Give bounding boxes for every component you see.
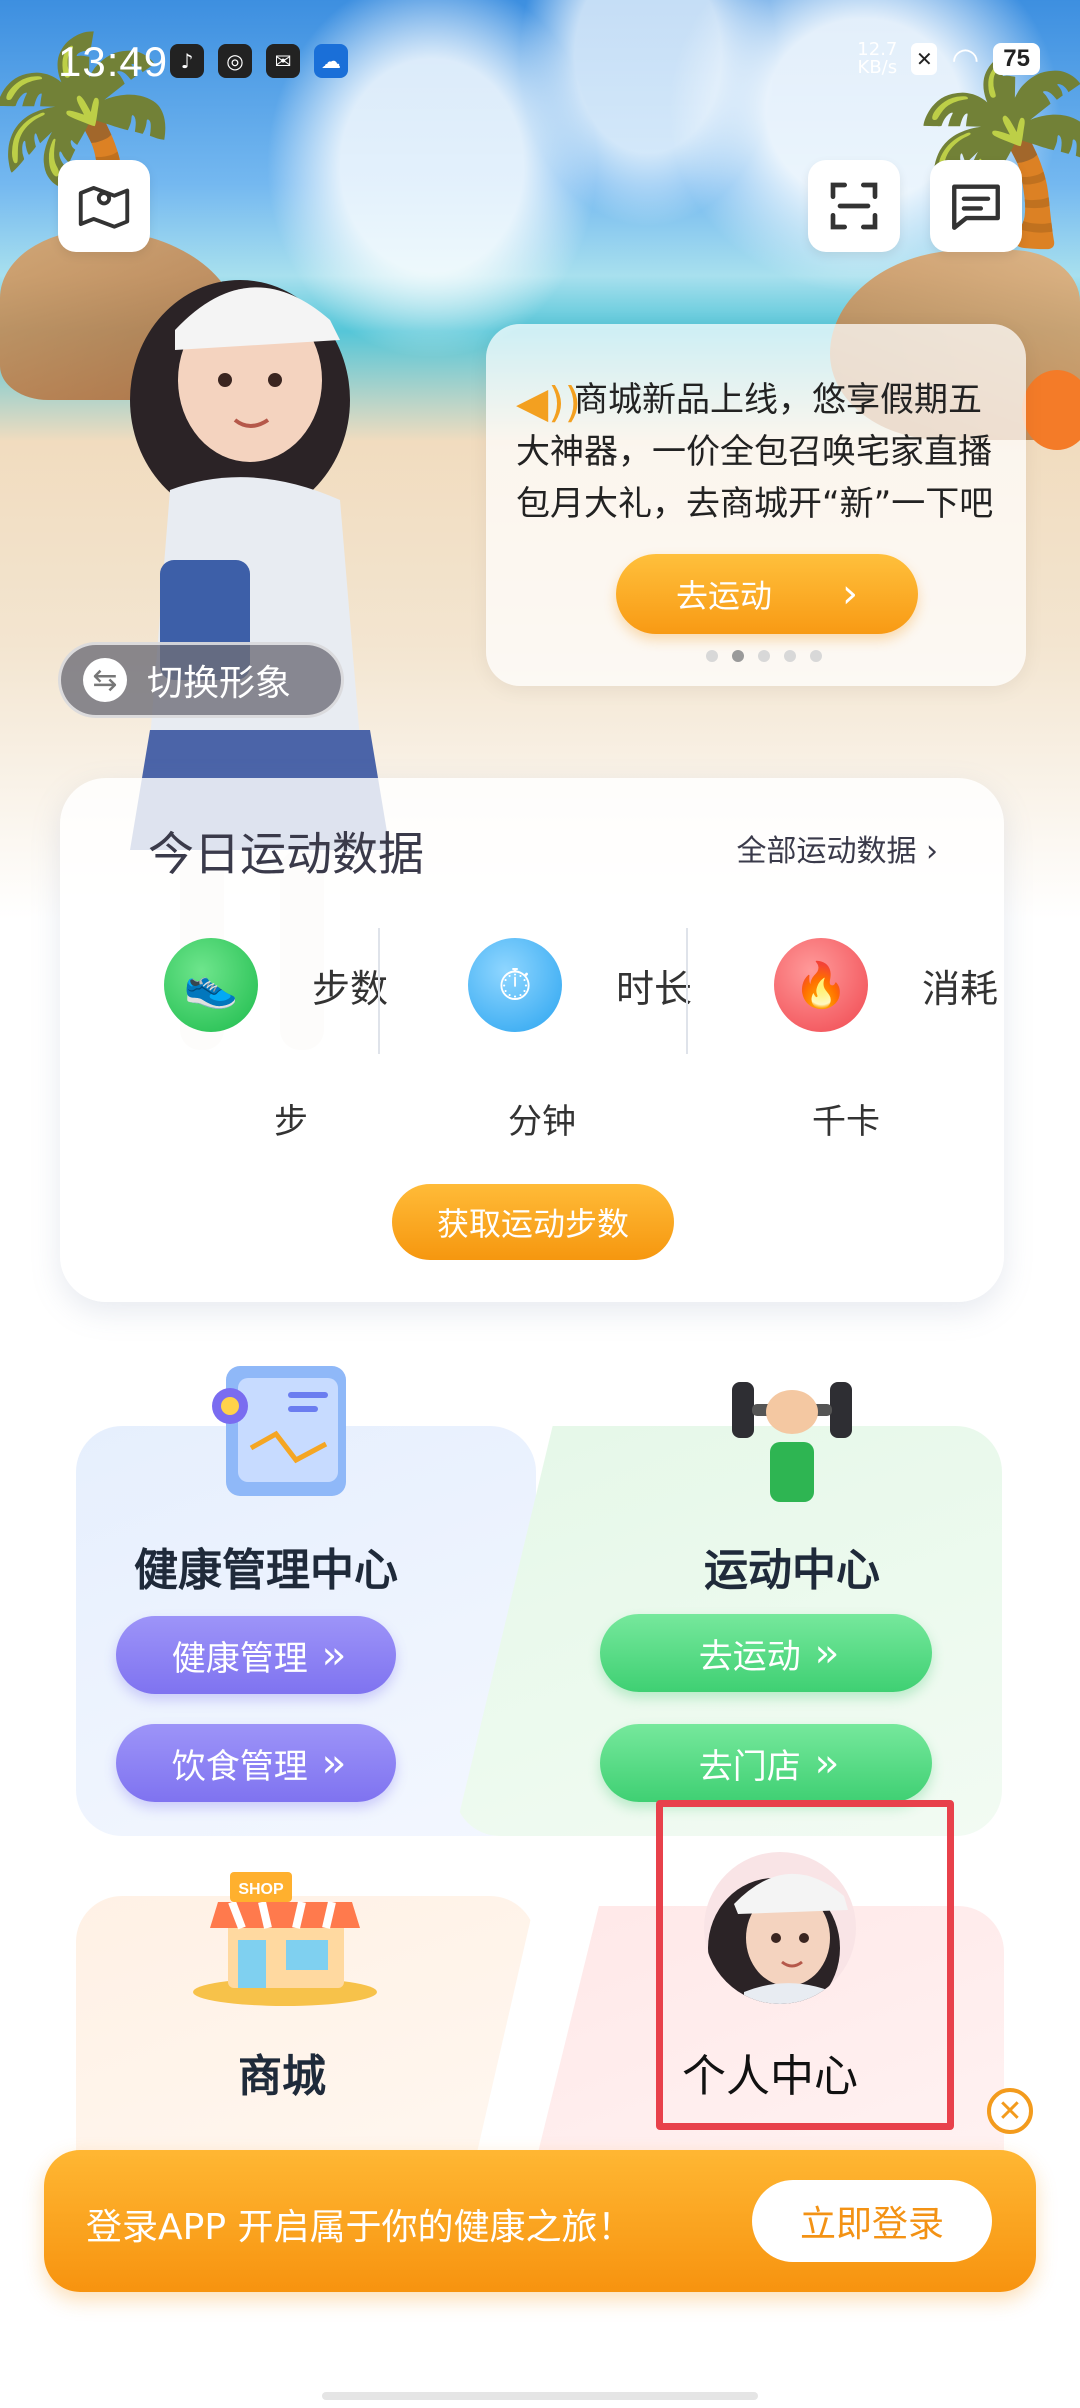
metric-label: 步数 [312,967,389,1011]
wifi-icon: ◠ [951,40,980,78]
app-icon: ☁ [314,44,348,78]
scan-icon [830,182,878,230]
pill-label: 去门店 [698,1746,801,1787]
network-speed: 12.7 KB/s [857,39,898,78]
login-now-button[interactable]: 立即登录 [752,2180,992,2262]
swap-icon: ⇆ [83,658,127,702]
go-store-button[interactable]: 去门店 ›› [600,1724,932,1802]
duration-metric: ⏱ 时长 分钟 [446,938,746,1142]
today-title: 今日运动数据 [148,827,424,881]
dumbbell-icon [732,1382,852,1502]
carousel-dot [732,650,744,662]
double-chevron-icon: ›› [321,1741,347,1785]
metric-unit: 千卡 [812,1102,880,1142]
go-exercise-label: 去运动 [675,577,772,615]
switch-avatar-button[interactable]: ⇆ 切换形象 [58,642,344,718]
flame-icon: 🔥 [774,938,868,1032]
shop-icon: SHOP [193,1872,377,2006]
login-message: 登录APP 开启属于你的健康之旅！ [86,2207,634,2248]
tiktok-icon: ♪ [170,44,204,78]
chevron-right-icon: › [842,571,858,617]
notification-icons: ♪ ◎ ✉ ☁ [170,44,348,78]
go-exercise-pill-button[interactable]: 去运动 ›› [600,1614,932,1692]
map-pin-icon [78,185,130,229]
carousel-dot [784,650,796,662]
shop-title: 商城 [238,2051,326,2102]
carousel-dot [706,650,718,662]
calories-metric: 🔥 消耗 千卡 [752,938,1052,1142]
shop-sign: SHOP [238,1881,284,1898]
steps-metric: 👟 步数 步 [142,938,442,1142]
all-data-link[interactable]: 全部运动数据 › [736,826,938,870]
metric-label: 时长 [616,967,693,1011]
diet-management-button[interactable]: 饮食管理 ›› [116,1724,396,1802]
map-button[interactable] [58,160,150,252]
chat-icon [952,184,1000,230]
fetch-steps-button[interactable]: 获取运动步数 [392,1184,674,1260]
double-chevron-icon: ›› [814,1631,840,1675]
pill-label: 饮食管理 [171,1746,308,1787]
pill-label: 健康管理 [171,1638,308,1679]
announcement-card: ◀)) 商城新品上线，悠享假期五大神器，一价全包召唤宅家直播包月大礼，去商城开“… [486,324,1026,686]
app-icon: ◎ [218,44,252,78]
carousel-dot [810,650,822,662]
announcement-text: 商城新品上线，悠享假期五大神器，一价全包召唤宅家直播包月大礼，去商城开“新”一下… [516,380,994,524]
stopwatch-icon: ⏱ [468,938,562,1032]
no-sim-icon: ✕ [911,43,938,75]
shoe-icon: 👟 [164,938,258,1032]
highlight-box [656,1800,954,2130]
metric-unit: 分钟 [508,1102,576,1142]
health-management-button[interactable]: 健康管理 ›› [116,1616,396,1694]
health-report-icon [212,1366,346,1496]
battery-indicator: 75 [993,43,1040,75]
pill-label: 去运动 [698,1636,801,1677]
double-chevron-icon: ›› [814,1741,840,1785]
close-icon[interactable]: ✕ [987,2088,1033,2134]
scan-button[interactable] [808,160,900,252]
double-chevron-icon: ›› [321,1633,347,1677]
metric-unit: 步 [274,1102,308,1142]
mail-icon: ✉ [266,44,300,78]
sport-center-title: 运动中心 [704,1545,880,1596]
message-button[interactable] [930,160,1022,252]
home-indicator[interactable] [322,2392,758,2400]
switch-avatar-label: 切换形象 [147,663,292,704]
today-exercise-card: 今日运动数据 全部运动数据 › 👟 步数 步 ⏱ 时长 分钟 🔥 消耗 千卡 获… [60,778,1004,1302]
status-time: 13:49 [58,38,169,85]
divider [686,928,688,1054]
go-exercise-button[interactable]: 去运动 › [616,554,918,634]
health-center-title: 健康管理中心 [134,1545,398,1596]
metric-label: 消耗 [922,967,999,1011]
status-bar: 13:49 ♪ ◎ ✉ ☁ 12.7 KB/s ✕ ◠ 75 [0,0,1080,120]
carousel-indicator [706,650,822,662]
login-banner: 登录APP 开启属于你的健康之旅！ 立即登录 [44,2150,1036,2292]
divider [378,928,380,1054]
carousel-dot [758,650,770,662]
